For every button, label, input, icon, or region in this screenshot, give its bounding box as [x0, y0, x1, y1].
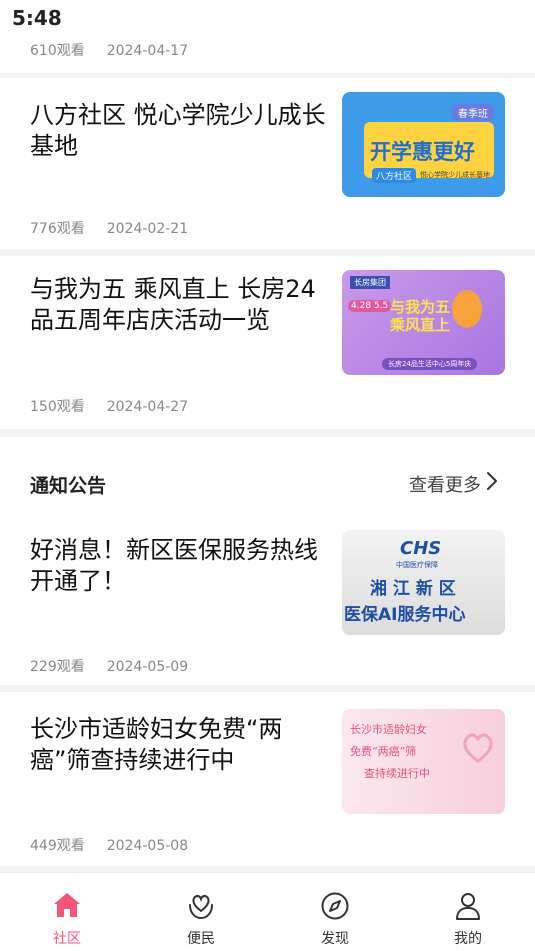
notice-title: 好消息！新区医保服务热线开通了！	[30, 536, 318, 595]
publish-date: 2024-05-08	[106, 838, 189, 854]
article-title: 与我为五 乘风直上 长房24品五周年店庆活动一览	[30, 275, 316, 334]
balloon-icon	[452, 290, 482, 328]
publish-date: 2024-04-17	[106, 43, 189, 59]
thumb-logo-sub: 中国医疗保障	[396, 561, 438, 569]
thumb-headline: 开学惠更好	[370, 140, 475, 164]
article-meta: 150观看 2024-04-27	[30, 396, 188, 416]
view-count: 449观看	[30, 838, 85, 854]
thumb-sub: 悦心学院少儿成长基地	[420, 171, 490, 179]
tab-services[interactable]: 便民	[134, 873, 268, 951]
tab-label: 社区	[53, 931, 81, 947]
notice-title: 长沙市适龄妇女免费“两癌”筛查持续进行中	[30, 715, 283, 774]
bottom-tab-bar: 社区 便民 发现 我的	[0, 872, 535, 951]
thumb-brand: 长房集团	[350, 276, 390, 289]
chevron-right-icon[interactable]	[485, 469, 499, 493]
heart-hand-icon	[189, 894, 213, 920]
notice-meta: 229观看 2024-05-09	[30, 656, 188, 676]
view-count: 150观看	[30, 399, 85, 415]
article-card[interactable]: 与我为五 乘风直上 长房24品五周年店庆活动一览 长房集团 4.28 5.5 与…	[0, 256, 535, 429]
article-meta: 610观看 2024-04-17	[30, 40, 188, 60]
publish-date: 2024-02-21	[106, 221, 189, 237]
notice-thumbnail: 长沙市适龄妇女 免费“两癌”筛 查持续进行中	[342, 709, 505, 814]
notice-section-header: 通知公告 查看更多	[0, 437, 535, 521]
compass-icon	[321, 892, 349, 920]
thumb-line3: 查持续进行中	[364, 767, 430, 780]
status-time: 5:48	[12, 6, 62, 30]
thumb-sub: 长房24品生活中心5周年庆	[382, 358, 478, 370]
tab-label: 发现	[321, 931, 349, 947]
thumb-line2: 免费“两癌”筛	[350, 745, 417, 758]
article-title: 八方社区 悦心学院少儿成长基地	[30, 101, 326, 160]
screen: 5:48 610观看 2024-04-17 八方社区 悦心学院少儿成长基地 春季班…	[0, 0, 535, 951]
view-count: 229观看	[30, 659, 85, 675]
thumb-badge: 春季班	[452, 104, 494, 121]
tab-label: 便民	[187, 931, 215, 947]
article-meta: 776观看 2024-02-21	[30, 218, 188, 238]
article-card[interactable]: 八方社区 悦心学院少儿成长基地 春季班 开学惠更好 八方社区 悦心学院少儿成长基…	[0, 78, 535, 249]
section-title: 通知公告	[30, 475, 107, 497]
thumb-line2: 医保AI服务中心	[344, 605, 466, 625]
tab-discover[interactable]: 发现	[268, 873, 402, 951]
article-thumbnail: 长房集团 4.28 5.5 与我为五 乘风直上 长房24品生活中心5周年庆	[342, 270, 505, 375]
notice-meta: 449观看 2024-05-08	[30, 835, 188, 855]
thumb-date-tag: 4.28 5.5	[348, 300, 392, 312]
thumb-line1: 长沙市适龄妇女	[350, 723, 427, 736]
tab-label: 我的	[454, 931, 482, 947]
tab-community[interactable]: 社区	[0, 873, 134, 951]
thumb-line1: 湘 江 新 区	[370, 579, 456, 599]
thumb-logo: CHS	[400, 538, 442, 559]
article-card-partial[interactable]: 610观看 2024-04-17	[0, 36, 535, 73]
status-bar: 5:48	[0, 0, 535, 36]
user-icon	[456, 893, 480, 920]
see-more-link[interactable]: 查看更多	[409, 471, 481, 497]
view-count: 776观看	[30, 221, 85, 237]
home-icon	[54, 893, 80, 917]
article-thumbnail: 春季班 开学惠更好 八方社区 悦心学院少儿成长基地	[342, 92, 505, 197]
tab-mine[interactable]: 我的	[401, 873, 535, 951]
thumb-tag: 八方社区	[372, 168, 417, 183]
notice-card[interactable]: 长沙市适龄妇女免费“两癌”筛查持续进行中 长沙市适龄妇女 免费“两癌”筛 查持续…	[0, 692, 535, 866]
view-count: 610观看	[30, 43, 85, 59]
publish-date: 2024-05-09	[106, 659, 189, 675]
notice-card[interactable]: 好消息！新区医保服务热线开通了！ CHS 中国医疗保障 湘 江 新 区 医保AI…	[0, 521, 535, 685]
heart-hands-icon	[463, 733, 493, 763]
publish-date: 2024-04-27	[106, 399, 189, 415]
notice-thumbnail: CHS 中国医疗保障 湘 江 新 区 医保AI服务中心	[342, 530, 505, 635]
